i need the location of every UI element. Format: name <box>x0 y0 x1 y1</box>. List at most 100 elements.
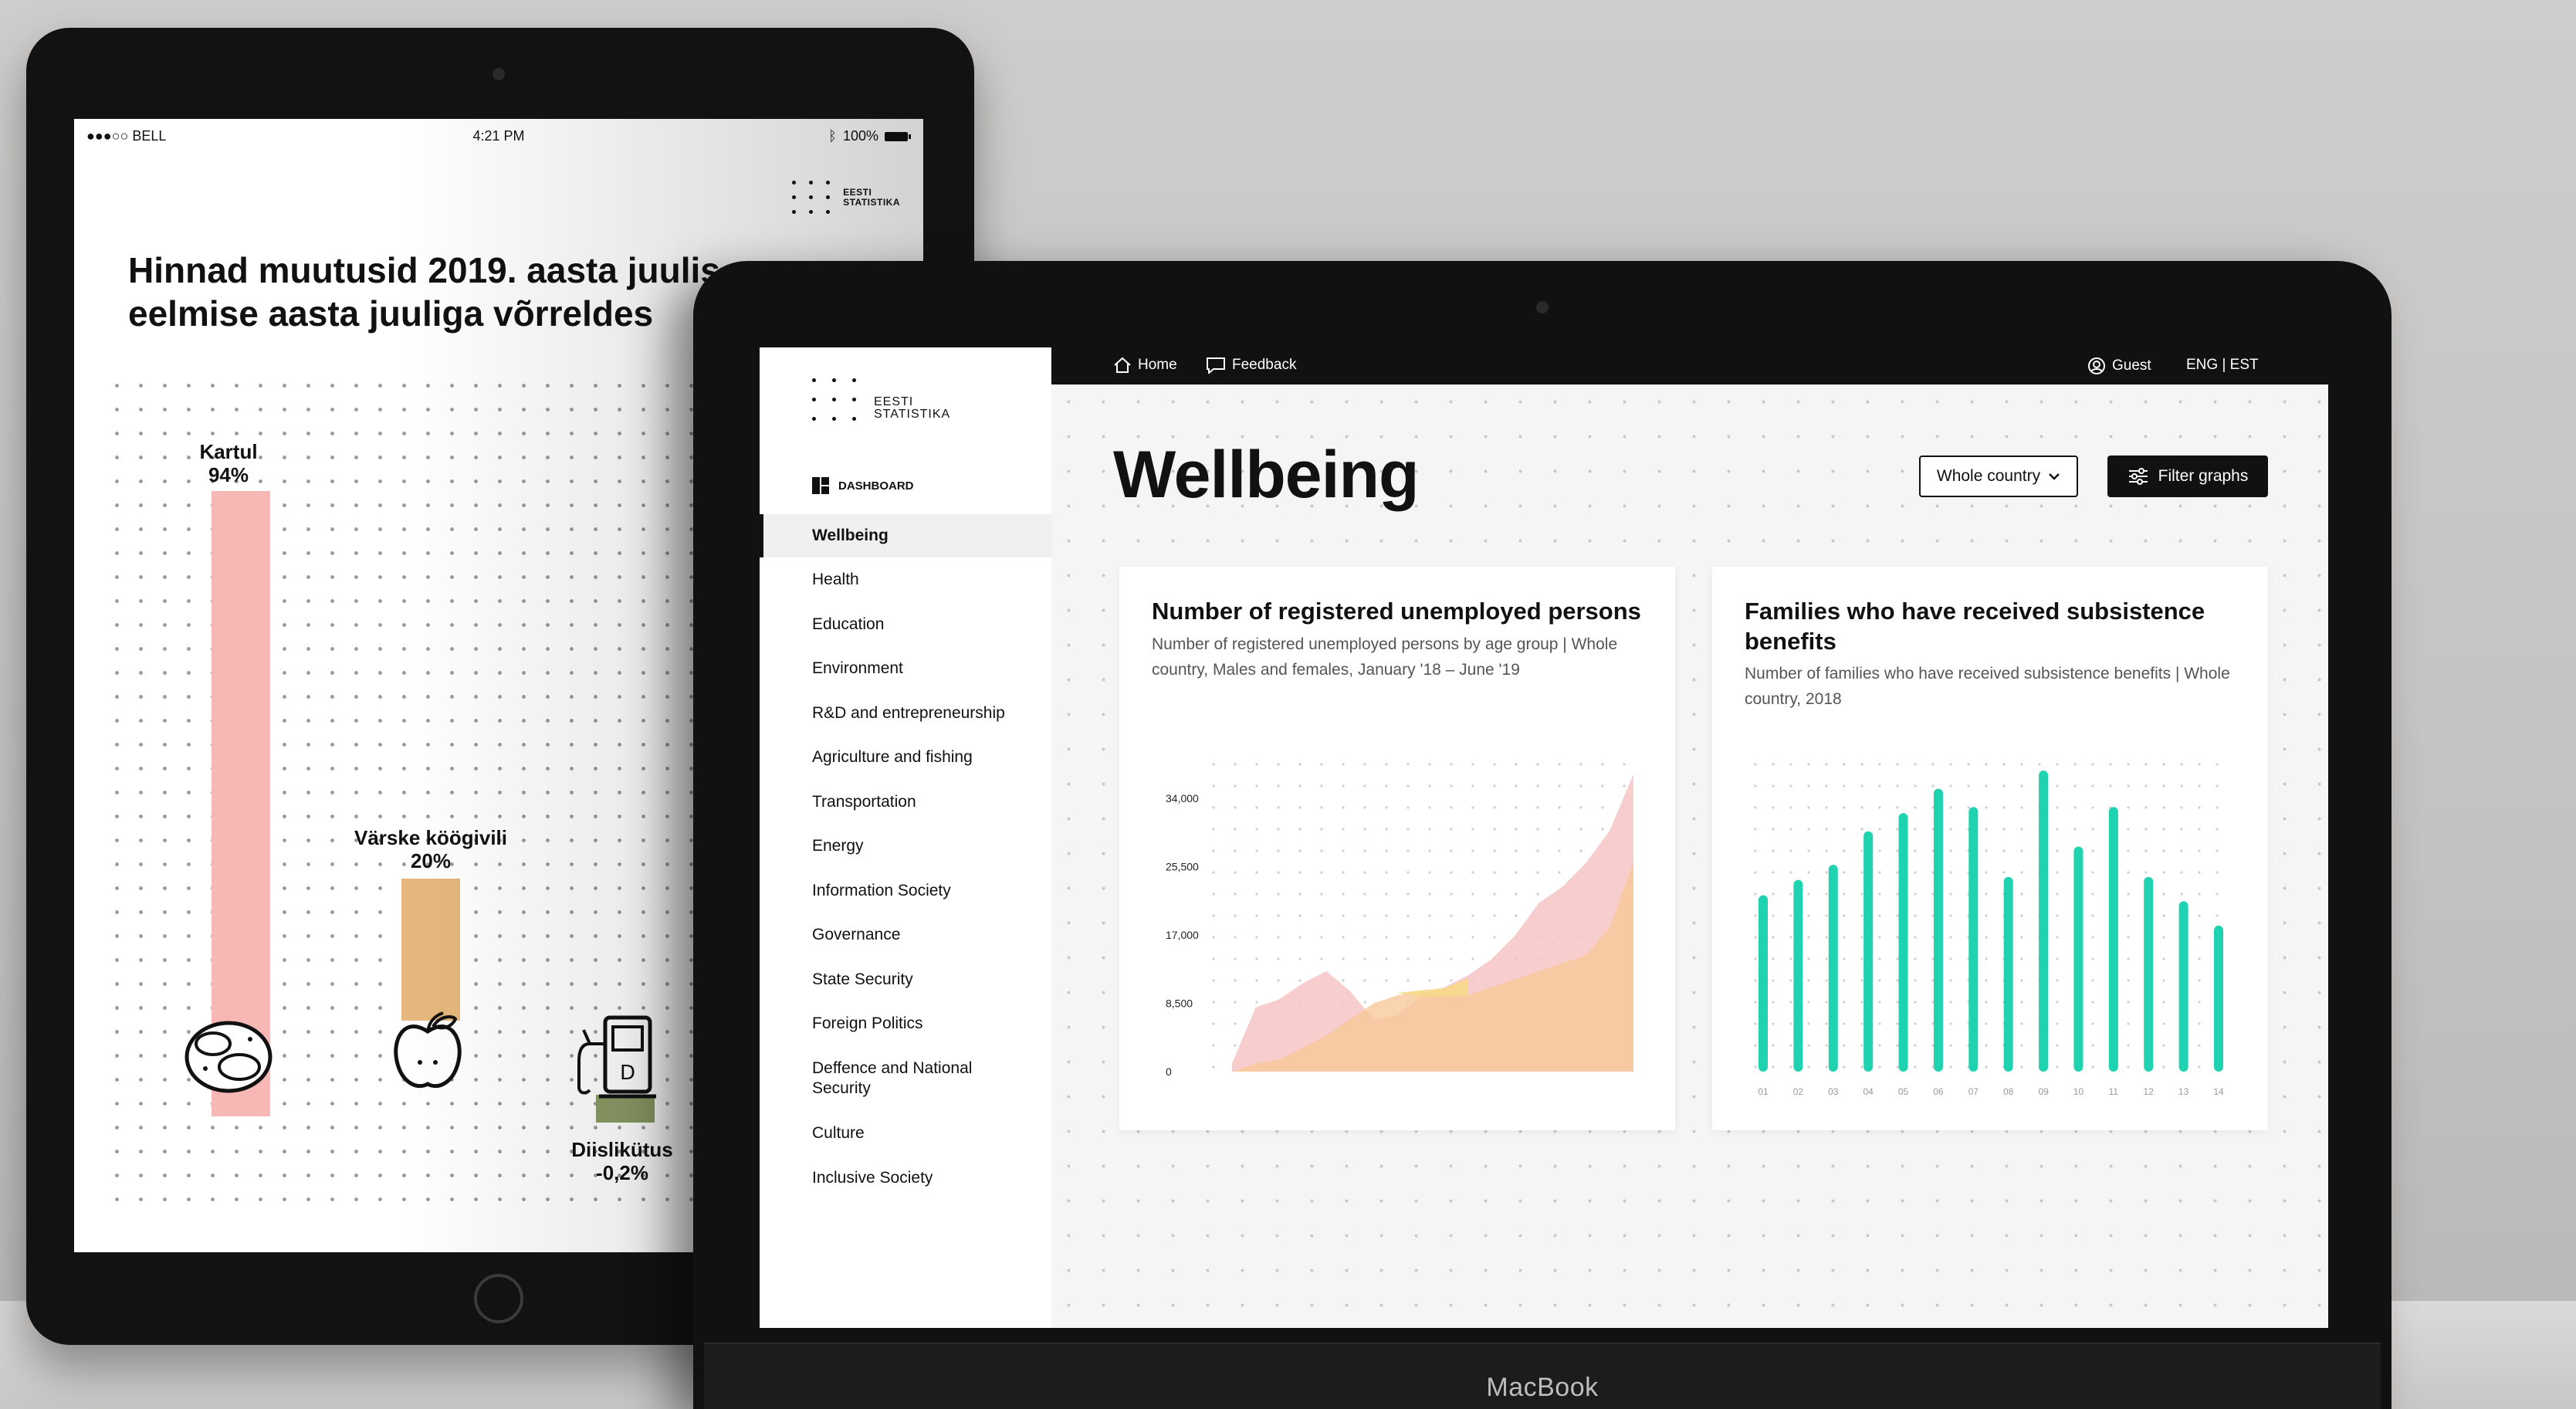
logo-text: EESTI STATISTIKA <box>843 186 900 208</box>
tablet-home-button[interactable] <box>474 1274 523 1323</box>
x-tick-label: 04 <box>1863 1086 1874 1097</box>
dashboard-icon <box>812 477 829 494</box>
sidebar-item-energy[interactable]: Energy <box>760 824 1051 869</box>
fuel-pump-icon: D <box>577 1015 656 1099</box>
bar-12 <box>2144 876 2154 1072</box>
bar-02 <box>1793 879 1803 1072</box>
laptop-screen: EESTI STATISTIKA DASHBOARD Wellbeing Hea… <box>760 347 2328 1328</box>
bar-koogivili <box>401 879 460 1021</box>
sidebar-item-culture[interactable]: Culture <box>760 1111 1051 1156</box>
bar-06 <box>1933 788 1943 1072</box>
sidebar-item-foreign-politics[interactable]: Foreign Politics <box>760 1001 1051 1046</box>
sidebar-item-state-security[interactable]: State Security <box>760 957 1051 1001</box>
laptop-chin: MacBook <box>704 1343 2381 1409</box>
x-tick-label: 02 <box>1793 1086 1804 1097</box>
sidebar-nav: Wellbeing Health Education Environment R… <box>760 514 1051 1201</box>
filter-graphs-label: Filter graphs <box>2158 467 2249 485</box>
potato-icon <box>184 1021 272 1093</box>
guest-label: Guest <box>2112 357 2151 374</box>
bar-05 <box>1898 813 1908 1072</box>
y-tick-label: 8,500 <box>1166 997 1193 1010</box>
sidebar-item-agriculture[interactable]: Agriculture and fishing <box>760 735 1051 780</box>
sidebar-item-environment[interactable]: Environment <box>760 646 1051 691</box>
user-icon <box>2088 357 2105 374</box>
x-tick-label: 11 <box>2109 1086 2119 1097</box>
x-tick-label: 08 <box>2003 1086 2014 1097</box>
chart-card-subsistence[interactable]: Families who have received subsistence b… <box>1712 567 2268 1130</box>
logo-dots-icon <box>792 181 832 214</box>
bar-label-koogivili: Värske köögivili 20% <box>354 826 507 872</box>
chart-card-unemployed[interactable]: Number of registered unemployed persons … <box>1119 567 1675 1130</box>
apple-icon <box>394 1011 462 1089</box>
dashboard-label: DASHBOARD <box>838 479 914 493</box>
bar-label-kartul: Kartul 94% <box>199 440 258 486</box>
macbook-label: MacBook <box>1486 1373 1599 1402</box>
logo-text: EESTI STATISTIKA <box>874 395 951 421</box>
bar-10 <box>2073 846 2083 1072</box>
sidebar-item-information-society[interactable]: Information Society <box>760 869 1051 913</box>
page-title: Wellbeing <box>1113 438 1420 512</box>
chevron-down-icon <box>2049 473 2060 480</box>
y-tick-label: 17,000 <box>1166 929 1199 941</box>
x-tick-label: 10 <box>2073 1086 2084 1097</box>
bar-08 <box>2003 876 2013 1072</box>
sidebar-item-transportation[interactable]: Transportation <box>760 780 1051 824</box>
top-bar: Home Feedback Guest ENG | EST <box>1051 347 2328 384</box>
bar-14 <box>2214 925 2223 1072</box>
bar-13 <box>2178 901 2188 1072</box>
feedback-link[interactable]: Feedback <box>1206 357 1296 374</box>
bar-11 <box>2108 807 2118 1072</box>
home-label: Home <box>1138 357 1177 373</box>
region-select-value: Whole country <box>1936 467 2041 485</box>
x-tick-label: 06 <box>1933 1086 1944 1097</box>
x-tick-label: 14 <box>2213 1086 2224 1097</box>
y-tick-label: 0 <box>1166 1065 1172 1078</box>
x-tick-label: 09 <box>2038 1086 2049 1097</box>
svg-text:D: D <box>620 1062 635 1085</box>
language-switch[interactable]: ENG | EST <box>2186 357 2259 374</box>
x-tick-label: 03 <box>1828 1086 1839 1097</box>
sidebar-item-rnd[interactable]: R&D and entrepreneurship <box>760 691 1051 735</box>
home-icon <box>1114 357 1131 373</box>
sidebar-item-education[interactable]: Education <box>760 602 1051 646</box>
bar-07 <box>1968 807 1979 1072</box>
guest-account[interactable]: Guest <box>2087 357 2151 375</box>
dashboard-link[interactable]: DASHBOARD <box>812 477 914 494</box>
sidebar-item-governance[interactable]: Governance <box>760 913 1051 957</box>
sidebar-item-inclusive-society[interactable]: Inclusive Society <box>760 1156 1051 1201</box>
tablet-status-bar: ●●●○○ BELL 4:21 PM ᛒ 100% <box>74 119 923 150</box>
sidebar: EESTI STATISTIKA DASHBOARD Wellbeing Hea… <box>760 347 1051 1328</box>
feedback-icon <box>1207 357 1225 374</box>
clock-label: 4:21 PM <box>472 128 525 144</box>
battery-icon <box>885 131 911 141</box>
bar-09 <box>2039 770 2049 1072</box>
bar-04 <box>1863 831 1874 1072</box>
bar-01 <box>1759 895 1768 1072</box>
x-tick-label: 12 <box>2144 1086 2155 1097</box>
x-tick-label: 01 <box>1758 1086 1769 1097</box>
sidebar-item-health[interactable]: Health <box>760 557 1051 602</box>
region-select[interactable]: Whole country <box>1919 456 2078 497</box>
bar-03 <box>1828 865 1838 1072</box>
x-tick-label: 13 <box>2178 1086 2189 1097</box>
bar-label-diislikutus: Diislikütus -0,2% <box>571 1138 673 1184</box>
x-tick-label: 05 <box>1898 1086 1909 1097</box>
sidebar-logo[interactable]: EESTI STATISTIKA <box>812 378 950 421</box>
tablet-camera <box>493 68 505 80</box>
home-link[interactable]: Home <box>1113 357 1177 374</box>
laptop-camera <box>1536 301 1549 313</box>
bluetooth-icon: ᛒ <box>828 128 837 144</box>
filter-graphs-button[interactable]: Filter graphs <box>2107 456 2268 497</box>
sidebar-item-defence[interactable]: Deffence and National Security <box>760 1046 1007 1111</box>
sliders-icon <box>2128 468 2148 485</box>
x-tick-label: 07 <box>1968 1086 1979 1097</box>
y-tick-label: 34,000 <box>1166 792 1199 804</box>
battery-status: ᛒ 100% <box>828 128 911 144</box>
tablet-logo: EESTI STATISTIKA <box>792 181 900 214</box>
y-tick-label: 25,500 <box>1166 861 1199 873</box>
feedback-label: Feedback <box>1232 357 1297 373</box>
laptop-device: EESTI STATISTIKA DASHBOARD Wellbeing Hea… <box>693 261 2392 1409</box>
area-chart: 34,000 25,500 17,000 8,500 0 <box>1166 763 1633 1078</box>
sidebar-item-wellbeing[interactable]: Wellbeing <box>760 514 1051 557</box>
battery-label: 100% <box>842 128 878 144</box>
